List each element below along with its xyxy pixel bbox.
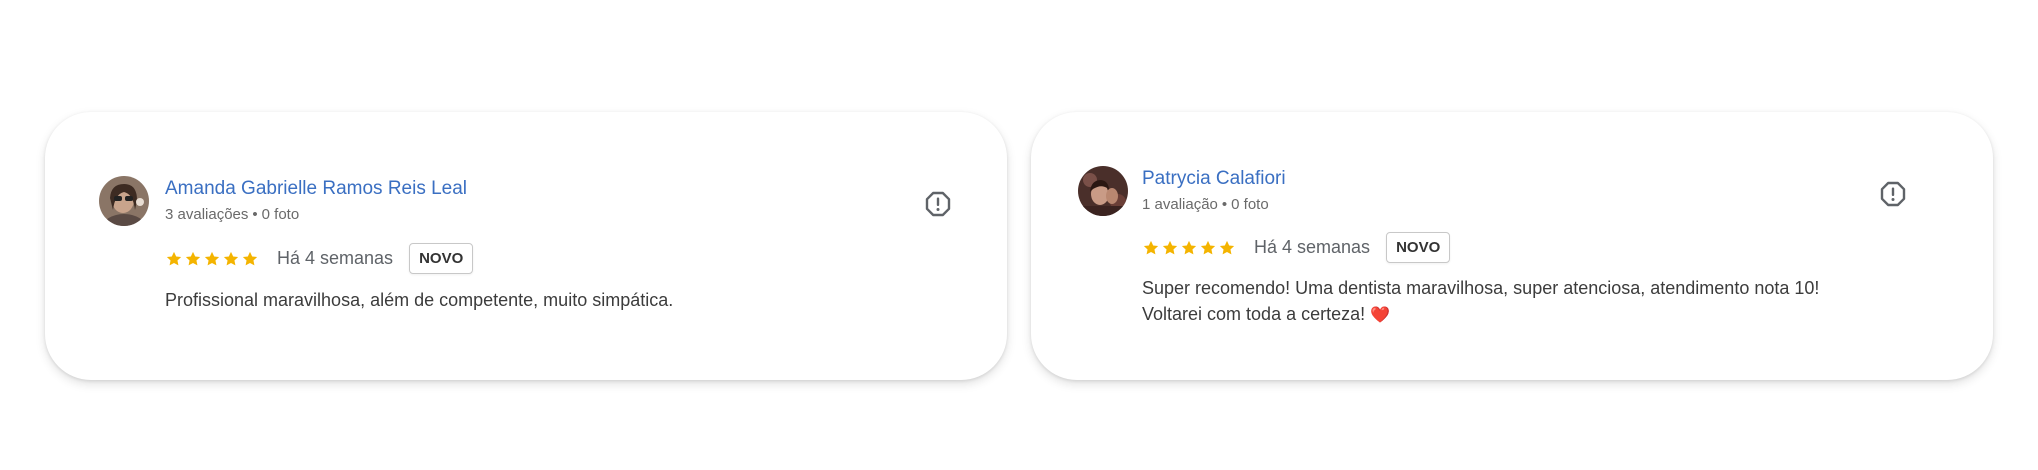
review-text: Super recomendo! Uma dentista maravilhos… — [1142, 275, 1942, 329]
review-time: Há 4 semanas — [1254, 237, 1371, 257]
review-time: Há 4 semanas — [277, 248, 394, 268]
star-icon — [165, 250, 183, 268]
star-icon — [1142, 239, 1160, 257]
review-card: Amanda Gabrielle Ramos Reis Leal 3 avali… — [45, 112, 1007, 380]
reviewer-meta: 1 avaliação • 0 foto — [1142, 196, 1269, 213]
review-text-line: Super recomendo! Uma dentista maravilhos… — [1142, 278, 1820, 298]
review-text-line: Profissional maravilhosa, além de compet… — [165, 290, 674, 310]
review-text: Profissional maravilhosa, além de compet… — [165, 287, 945, 313]
star-icon — [241, 250, 259, 268]
heart-emoji-icon: ❤️ — [1370, 307, 1391, 324]
reviewer-meta: 3 avaliações • 0 foto — [165, 206, 299, 223]
star-icon — [184, 250, 202, 268]
review-text-line-content: Voltarei com toda a certeza! — [1142, 304, 1366, 324]
reviews-count: 1 avaliação — [1142, 196, 1218, 213]
star-icon — [1161, 239, 1179, 257]
star-icon — [1199, 239, 1217, 257]
reviewer-name-link[interactable]: Amanda Gabrielle Ramos Reis Leal — [165, 178, 467, 200]
reviewer-avatar[interactable] — [1078, 166, 1128, 216]
photos-count: 0 foto — [1231, 196, 1269, 213]
report-flag-icon — [1880, 181, 1906, 207]
reviewer-avatar[interactable] — [99, 176, 149, 226]
avatar-photo-icon — [1078, 166, 1128, 216]
report-review-button[interactable] — [924, 190, 952, 218]
star-rating — [165, 250, 259, 268]
star-icon — [1180, 239, 1198, 257]
star-icon — [222, 250, 240, 268]
rating-row: Há 4 semanas NOVO — [165, 243, 474, 274]
report-review-button[interactable] — [1879, 180, 1907, 208]
avatar-photo-icon — [99, 176, 149, 226]
rating-row: Há 4 semanas NOVO — [1142, 232, 1451, 263]
reviewer-name-link[interactable]: Patrycia Calafiori — [1142, 168, 1286, 190]
photos-count: 0 foto — [261, 206, 300, 223]
star-icon — [203, 250, 221, 268]
reviews-strip: Amanda Gabrielle Ramos Reis Leal 3 avali… — [0, 0, 2038, 470]
star-rating — [1142, 239, 1236, 257]
reviews-count: 3 avaliações — [165, 206, 249, 223]
star-icon — [1218, 239, 1236, 257]
review-card: Patrycia Calafiori 1 avaliação • 0 foto Há… — [1031, 112, 1993, 380]
meta-separator: • — [252, 206, 258, 223]
new-badge: NOVO — [409, 243, 474, 274]
review-text-line: Voltarei com toda a certeza! ❤️ — [1142, 301, 1942, 329]
report-flag-icon — [925, 191, 951, 217]
meta-separator: • — [1221, 196, 1228, 213]
new-badge: NOVO — [1386, 232, 1451, 263]
